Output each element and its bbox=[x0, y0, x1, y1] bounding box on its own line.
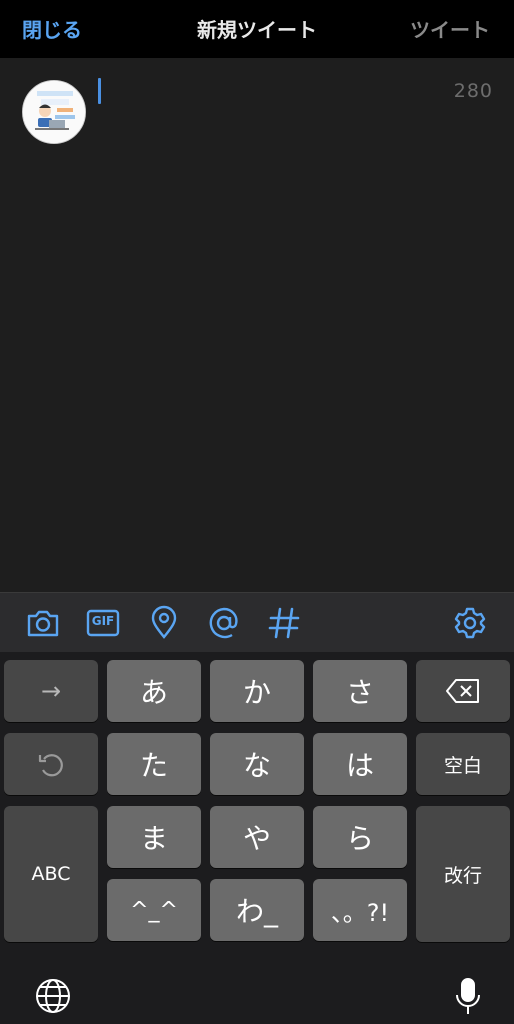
compose-area[interactable]: 280 bbox=[0, 58, 514, 592]
character-counter: 280 bbox=[453, 80, 493, 102]
microphone-icon[interactable] bbox=[454, 977, 482, 1017]
key-na[interactable]: な bbox=[210, 733, 304, 795]
avatar[interactable] bbox=[22, 80, 86, 144]
location-icon[interactable] bbox=[146, 605, 182, 641]
gif-label: GIF bbox=[91, 614, 115, 628]
key-ya[interactable]: や bbox=[210, 806, 304, 868]
compose-toolbar: GIF bbox=[0, 592, 514, 652]
return-key[interactable]: 改行 bbox=[416, 806, 510, 942]
camera-icon[interactable] bbox=[25, 605, 61, 641]
avatar-illustration-icon bbox=[23, 81, 85, 143]
tweet-button[interactable]: ツイート bbox=[410, 14, 490, 43]
key-a[interactable]: あ bbox=[107, 660, 201, 722]
abc-key[interactable]: ABC bbox=[4, 806, 98, 942]
key-sa[interactable]: さ bbox=[313, 660, 407, 722]
undo-icon bbox=[38, 754, 63, 777]
space-key[interactable]: 空白 bbox=[416, 733, 510, 795]
undo-key[interactable] bbox=[4, 733, 98, 795]
key-ma[interactable]: ま bbox=[107, 806, 201, 868]
delete-icon bbox=[446, 679, 479, 703]
key-ka[interactable]: か bbox=[210, 660, 304, 722]
keyboard: → あ か さ た な は 空白 ABC ま や ら 改行 ^_^ わ_ 、。?… bbox=[0, 652, 514, 1024]
key-ha[interactable]: は bbox=[313, 733, 407, 795]
globe-icon[interactable] bbox=[34, 977, 72, 1015]
key-ra[interactable]: ら bbox=[313, 806, 407, 868]
settings-icon[interactable] bbox=[452, 605, 488, 641]
mention-icon[interactable] bbox=[206, 605, 242, 641]
key-arrow-right[interactable]: → bbox=[4, 660, 98, 722]
delete-key[interactable] bbox=[416, 660, 510, 722]
gif-icon[interactable]: GIF bbox=[85, 605, 121, 641]
nav-bar: 閉じる 新規ツイート ツイート bbox=[0, 0, 514, 58]
key-ta[interactable]: た bbox=[107, 733, 201, 795]
key-punctuation[interactable]: 、。?! bbox=[313, 879, 407, 941]
hashtag-icon[interactable] bbox=[266, 605, 302, 641]
key-wa[interactable]: わ_ bbox=[210, 879, 304, 941]
text-cursor bbox=[98, 78, 101, 104]
key-emoticon[interactable]: ^_^ bbox=[107, 879, 201, 941]
